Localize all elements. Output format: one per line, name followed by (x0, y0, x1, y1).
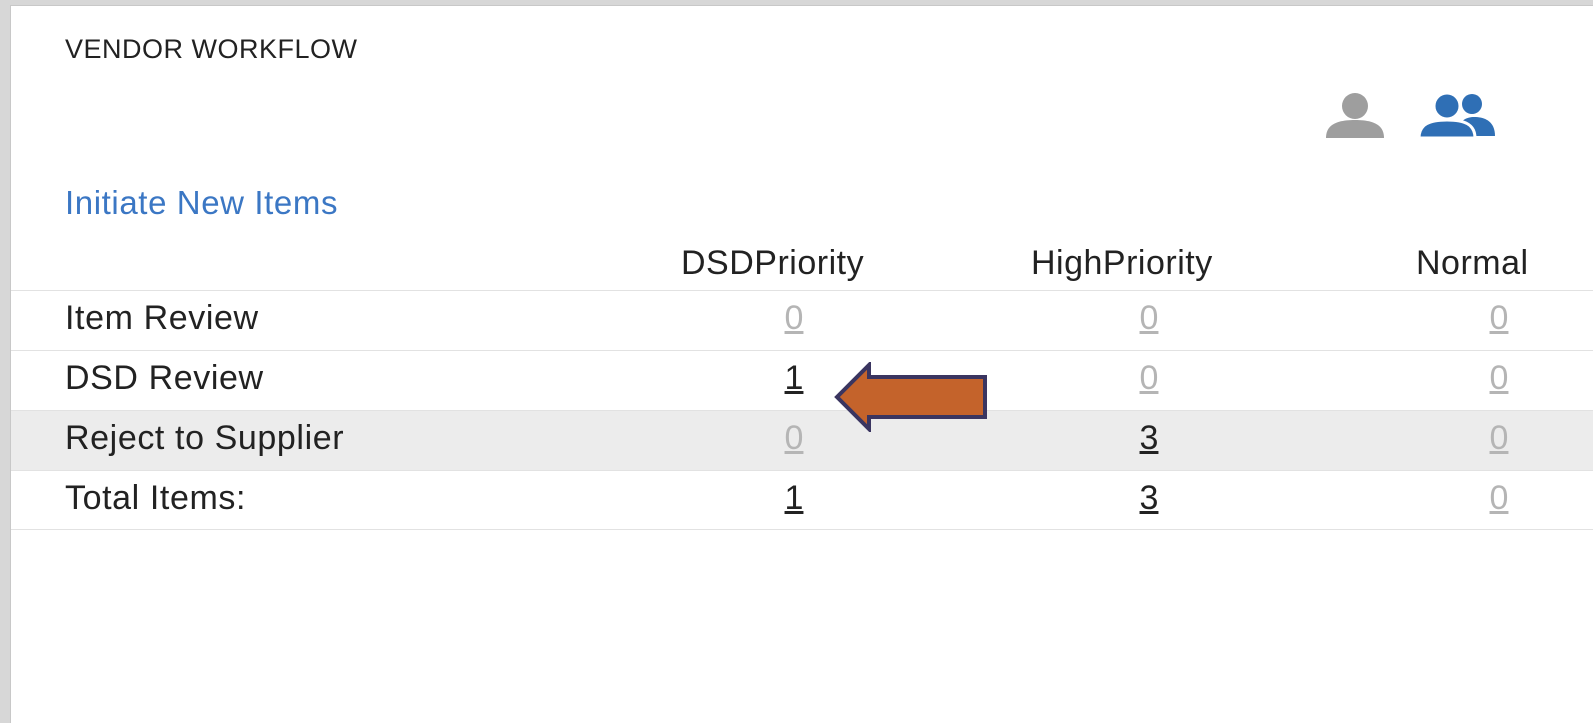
table-row-reject-to-supplier: Reject to Supplier 0 3 0 (11, 410, 1593, 470)
cell-dsd-review-dsdpriority[interactable]: 1 (764, 359, 824, 398)
column-header-dsdpriority: DSDPriority (681, 244, 865, 282)
row-label: Item Review (65, 299, 259, 337)
row-label: DSD Review (65, 359, 264, 397)
vendor-workflow-panel: VENDOR WORKFLOW Initiate New Items DSDPr… (10, 5, 1593, 723)
table-row-item-review: Item Review 0 0 0 (11, 290, 1593, 350)
table-row-dsd-review: DSD Review 1 0 0 (11, 350, 1593, 410)
cell-item-review-highpriority[interactable]: 0 (1119, 299, 1179, 338)
row-label: Total Items: (65, 479, 247, 517)
cell-item-review-normal[interactable]: 0 (1469, 299, 1529, 338)
panel-title: VENDOR WORKFLOW (65, 34, 358, 64)
cell-item-review-dsdpriority[interactable]: 0 (764, 299, 824, 338)
cell-total-normal[interactable]: 0 (1469, 479, 1529, 518)
row-label: Reject to Supplier (65, 419, 345, 457)
column-header-highpriority: HighPriority (1031, 244, 1213, 282)
user-group-button[interactable] (1417, 84, 1497, 146)
user-group-icon (1417, 91, 1495, 140)
single-user-button[interactable] (1315, 84, 1395, 146)
annotation-arrow-icon (834, 362, 987, 432)
table-row-total-items: Total Items: 1 3 0 (11, 470, 1593, 530)
single-user-icon (1326, 93, 1384, 138)
cell-total-highpriority[interactable]: 3 (1119, 479, 1179, 518)
cell-dsd-review-highpriority[interactable]: 0 (1119, 359, 1179, 398)
initiate-new-items-link[interactable]: Initiate New Items (65, 184, 338, 222)
cell-reject-highpriority[interactable]: 3 (1119, 419, 1179, 458)
column-header-normal: Normal (1416, 244, 1529, 282)
cell-total-dsdpriority[interactable]: 1 (764, 479, 824, 518)
cell-reject-dsdpriority[interactable]: 0 (764, 419, 824, 458)
cell-dsd-review-normal[interactable]: 0 (1469, 359, 1529, 398)
cell-reject-normal[interactable]: 0 (1469, 419, 1529, 458)
